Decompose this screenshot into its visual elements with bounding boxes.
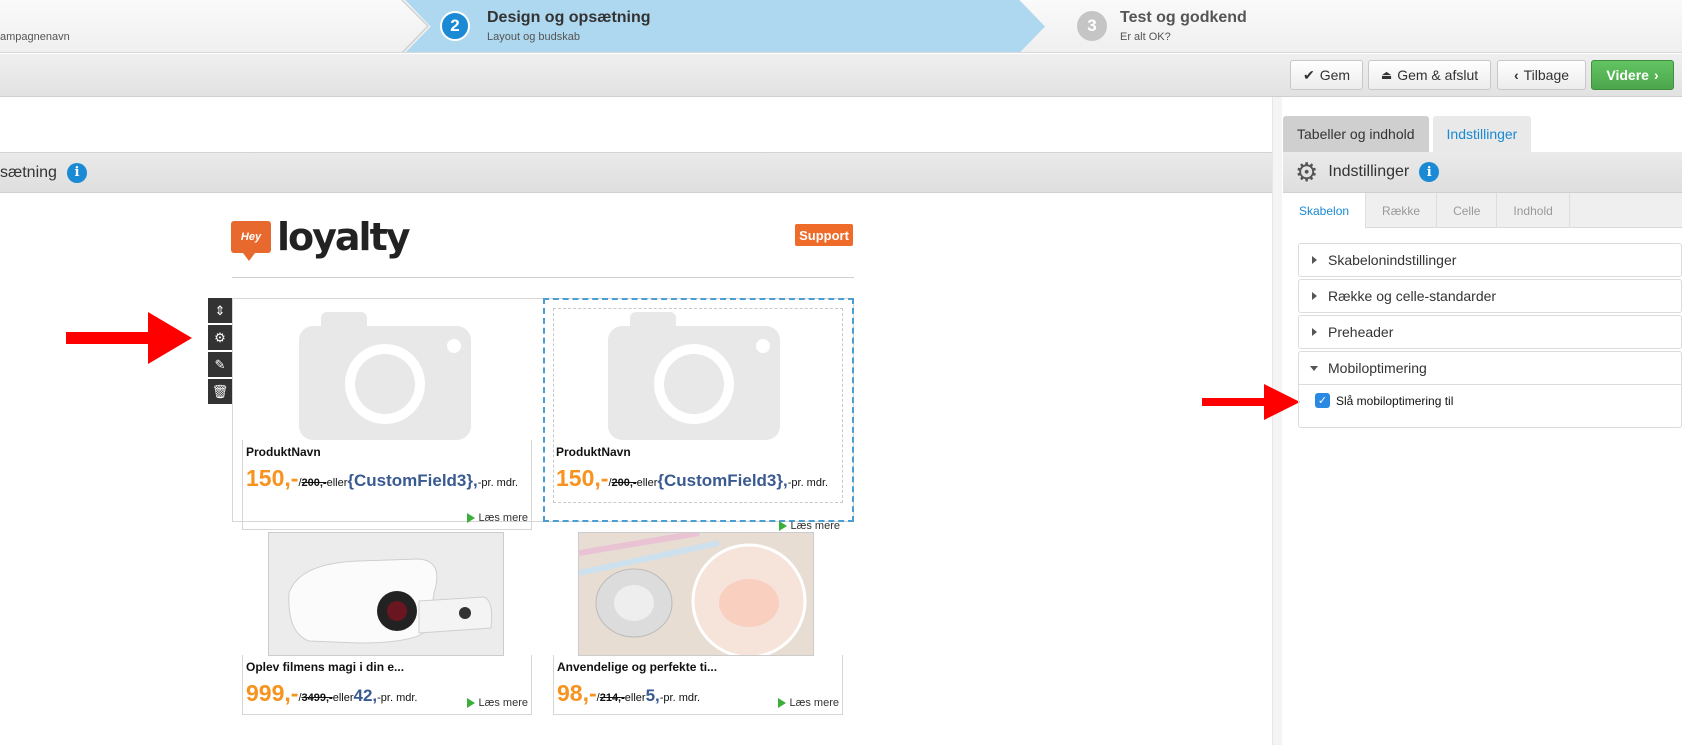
arrow-right-icon [778,698,787,708]
step-3-sub: Er alt OK? [1120,31,1171,43]
accordion-template-settings[interactable]: Skabelonindstillinger [1298,243,1682,277]
arrow-right-icon [467,513,476,523]
logo-badge: Hey [231,221,271,261]
step-2-sub: Layout og budskab [487,31,580,43]
product-card[interactable]: Oplev filmens magi i din e... 999,- / 34… [242,655,532,715]
back-button[interactable]: ‹ Tilbage [1497,60,1586,90]
sub-tab-content[interactable]: Indhold [1497,193,1570,228]
info-icon[interactable]: i [1419,162,1440,182]
product-image-bumpers [578,532,814,656]
next-button[interactable]: Videre › [1591,60,1674,90]
logo: Hey loyalty [231,215,411,261]
toolbar: ✔ Gem ⏏ Gem & afslut ‹ Tilbage Videre › [0,54,1682,97]
eject-icon: ⏏ [1380,68,1393,82]
support-button[interactable]: Support [795,224,853,246]
save-button[interactable]: ✔ Gem [1290,60,1363,90]
step-2-number: 2 [440,11,470,41]
mobile-optimization-checkbox[interactable]: ✓ [1315,393,1330,408]
product-image-projector [268,532,504,656]
step-3-number: 3 [1077,11,1107,41]
logo-text: loyalty [277,215,411,259]
chevron-right-icon [1312,328,1317,336]
chevron-right-icon [1312,292,1317,300]
read-more-link[interactable]: Læs mere [778,697,839,709]
trash-icon[interactable]: 🗑 [208,379,232,404]
arrow-right-icon [467,698,476,708]
camera-placeholder-icon [608,312,780,440]
arrow-right-icon [779,521,788,531]
save-exit-button[interactable]: ⏏ Gem & afslut [1368,60,1491,90]
product-card[interactable]: ProduktNavn 150,- / 200,- eller {CustomF… [242,440,532,530]
product-price: 999,- / 3499,- eller 42, -pr. mdr. [246,680,418,706]
move-icon[interactable]: ⇕ [208,298,232,323]
mobile-optimization-label[interactable]: Slå mobiloptimering til [1336,394,1453,408]
settings-sub-tabs: Skabelon Række Celle Indhold [1283,193,1682,228]
row-tools: ⇕ ⚙ ✎ 🗑 [208,298,232,404]
bumpers-image [579,533,813,655]
sub-tab-row[interactable]: Række [1366,193,1438,228]
right-panel-tabs: Tabeller og indhold Indstillinger [1283,116,1532,152]
accordion-row-cell-defaults[interactable]: Række og celle-standarder [1298,279,1682,313]
read-more-link[interactable]: Læs mere [779,520,840,532]
product-name: Oplev filmens magi i din e... [246,660,405,674]
settings-header: ⚙ Indstillinger i [1283,152,1682,193]
accordion-preheader[interactable]: Preheader [1298,315,1682,349]
chevron-right-icon [1312,256,1317,264]
product-name: Anvendelige og perfekte ti... [557,660,718,674]
camera-placeholder-icon [299,312,471,440]
step-3-title[interactable]: Test og godkend [1120,9,1247,27]
gear-icon[interactable]: ⚙ [208,325,232,350]
red-arrow-annotation [66,312,192,364]
wizard-steps: ampagnenavn 2 Design og opsætning Layout… [0,0,1682,53]
chevron-down-icon [1310,366,1318,371]
projector-image [269,533,503,655]
info-icon[interactable]: i [66,162,87,183]
product-price: 150,- / 200,- eller {CustomField3}, -pr.… [246,465,519,491]
settings-title: Indstillinger [1328,163,1410,180]
product-name: ProduktNavn [246,445,321,459]
product-card[interactable]: Anvendelige og perfekte ti... 98,- / 214… [553,655,843,715]
divider-line [232,277,854,278]
step-2-title: Design og opsætning [487,9,651,26]
red-arrow-annotation [1202,384,1300,420]
page-title: sætning [0,163,57,181]
gear-icon: ⚙ [1295,157,1319,187]
product-card[interactable]: ProduktNavn 150,- / 200,- eller {CustomF… [553,440,843,532]
tab-tables-content[interactable]: Tabeller og indhold [1283,116,1429,152]
chevron-left-icon: ‹ [1513,67,1519,83]
sub-tab-cell[interactable]: Celle [1437,193,1498,228]
wizard-step-1-sub: ampagnenavn [0,31,70,43]
mobile-optimization-body: ✓ Slå mobiloptimering til [1298,384,1682,428]
product-name: ProduktNavn [556,445,631,459]
sub-tab-template[interactable]: Skabelon [1283,193,1367,228]
editor-header: sætning i [0,152,1272,193]
wizard-step-1[interactable]: ampagnenavn [0,0,420,52]
accordion-mobile-optimization[interactable]: Mobiloptimering [1298,351,1682,385]
chevron-right-icon: › [1653,67,1659,83]
check-icon: ✔ [1302,66,1315,83]
read-more-link[interactable]: Læs mere [467,697,528,709]
tab-settings[interactable]: Indstillinger [1432,116,1532,152]
pencil-icon[interactable]: ✎ [208,352,232,377]
product-price: 150,- / 200,- eller {CustomField3}, -pr.… [556,465,829,491]
product-price: 98,- / 214,- eller 5, -pr. mdr. [557,680,701,706]
read-more-link[interactable]: Læs mere [467,512,528,524]
